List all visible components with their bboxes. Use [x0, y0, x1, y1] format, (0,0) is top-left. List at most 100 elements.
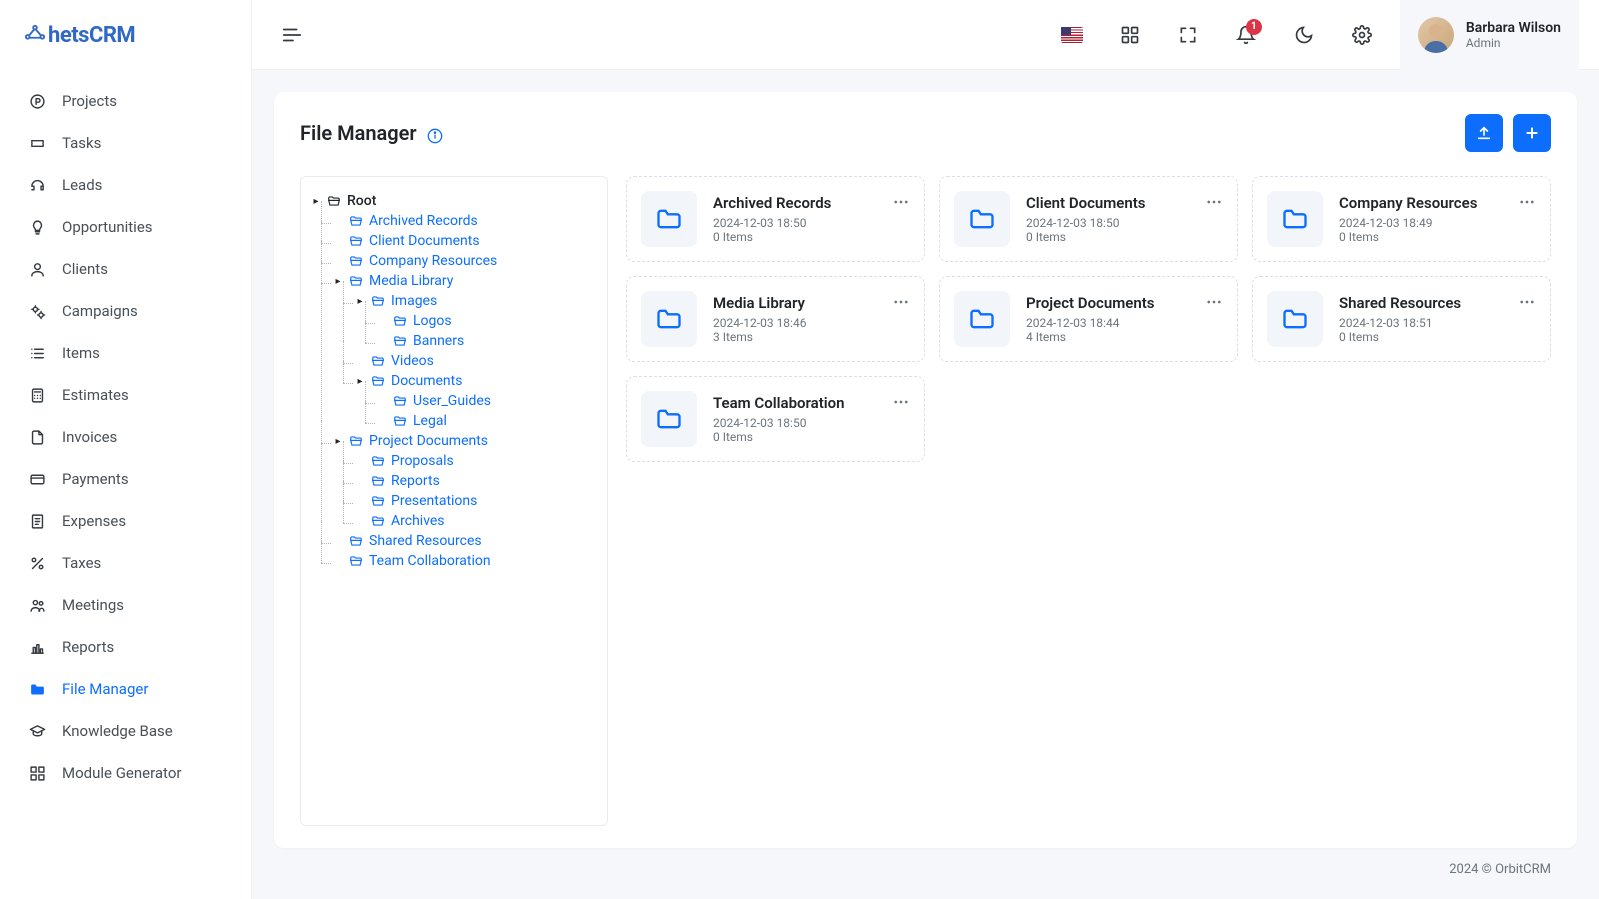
tree-item-label: User_Guides: [413, 393, 491, 409]
user-menu[interactable]: Barbara Wilson Admin: [1400, 0, 1579, 70]
tree-item[interactable]: Company Resources: [333, 251, 597, 271]
brand-mark-icon: [24, 24, 46, 46]
sidebar-item-payments[interactable]: Payments: [0, 458, 251, 500]
tree-item[interactable]: ▸Project Documents: [333, 431, 597, 451]
tree-item[interactable]: Shared Resources: [333, 531, 597, 551]
folder-icon: [641, 191, 697, 247]
folder-date: 2024-12-03 18:50: [713, 216, 910, 230]
folder-card[interactable]: Team Collaboration2024-12-03 18:500 Item…: [626, 376, 925, 462]
tree-item[interactable]: Legal: [377, 411, 597, 431]
tree-item[interactable]: Team Collaboration: [333, 551, 597, 571]
tree-item[interactable]: ▸Media Library: [333, 271, 597, 291]
settings-button[interactable]: [1342, 15, 1382, 55]
language-button[interactable]: [1052, 15, 1092, 55]
brand-logo[interactable]: hetsCRM: [0, 0, 251, 70]
apps-button[interactable]: [1110, 15, 1150, 55]
sidebar-item-invoices[interactable]: Invoices: [0, 416, 251, 458]
folder-card[interactable]: Company Resources2024-12-03 18:490 Items: [1252, 176, 1551, 262]
receipt-icon: [28, 512, 46, 530]
sidebar-item-leads[interactable]: Leads: [0, 164, 251, 206]
sidebar: hetsCRM ProjectsTasksLeadsOpportunitiesC…: [0, 0, 252, 899]
folder-more-button[interactable]: [1201, 289, 1227, 319]
gears-icon: [28, 302, 46, 320]
sidebar-item-module-generator[interactable]: Module Generator: [0, 752, 251, 794]
tree-item[interactable]: ▸Images: [355, 291, 597, 311]
sidebar-item-campaigns[interactable]: Campaigns: [0, 290, 251, 332]
tree-item[interactable]: ▸Documents: [355, 371, 597, 391]
folder-icon: [954, 191, 1010, 247]
add-folder-button[interactable]: [1513, 114, 1551, 152]
tree-item-label: Project Documents: [369, 433, 488, 449]
folder-open-icon: [349, 434, 363, 448]
tree-item[interactable]: Logos: [377, 311, 597, 331]
folder-item-count: 0 Items: [713, 230, 910, 244]
folder-date: 2024-12-03 18:51: [1339, 316, 1536, 330]
sidebar-item-projects[interactable]: Projects: [0, 80, 251, 122]
tree-item[interactable]: Archived Records: [333, 211, 597, 231]
tree-item[interactable]: Banners: [377, 331, 597, 351]
sidebar-item-reports[interactable]: Reports: [0, 626, 251, 668]
nav-list: ProjectsTasks Leads OpportunitiesClients Ca…: [0, 70, 251, 899]
folder-more-button[interactable]: [888, 289, 914, 319]
tree-root-item[interactable]: ▸Root: [311, 191, 597, 211]
folder-icon: [1267, 291, 1323, 347]
brand-name: hetsCRM: [48, 23, 135, 48]
sidebar-item-label: File Manager: [62, 680, 148, 698]
sidebar-item-knowledge-base[interactable]: Knowledge Base: [0, 710, 251, 752]
sidebar-item-expenses[interactable]: Expenses: [0, 500, 251, 542]
fullscreen-button[interactable]: [1168, 15, 1208, 55]
sidebar-item-label: Leads: [62, 176, 102, 194]
graduation-icon: [28, 722, 46, 740]
sidebar-item-items[interactable]: Items: [0, 332, 251, 374]
menu-toggle-button[interactable]: [272, 15, 312, 55]
sidebar-item-clients[interactable]: Clients: [0, 248, 251, 290]
sidebar-item-label: Items: [62, 344, 100, 362]
folder-date: 2024-12-03 18:50: [713, 416, 910, 430]
folder-more-button[interactable]: [1514, 289, 1540, 319]
avatar: [1418, 17, 1454, 53]
tree-item-label: Archives: [391, 513, 445, 529]
sidebar-item-label: Module Generator: [62, 764, 181, 782]
sidebar-item-tasks[interactable]: Tasks: [0, 122, 251, 164]
notifications-button[interactable]: 1: [1226, 15, 1266, 55]
info-icon[interactable]: [427, 125, 443, 141]
tree-item[interactable]: Presentations: [355, 491, 597, 511]
tree-item-label: Proposals: [391, 453, 454, 469]
folder-item-count: 4 Items: [1026, 330, 1223, 344]
folder-card[interactable]: Project Documents2024-12-03 18:444 Items: [939, 276, 1238, 362]
folder-item-count: 3 Items: [713, 330, 910, 344]
tree-item[interactable]: Reports: [355, 471, 597, 491]
tree-item[interactable]: Client Documents: [333, 231, 597, 251]
sidebar-item-file-manager[interactable]: File Manager: [0, 668, 251, 710]
folder-more-button[interactable]: [888, 389, 914, 419]
sidebar-item-opportunities[interactable]: Opportunities: [0, 206, 251, 248]
folder-more-button[interactable]: [888, 189, 914, 219]
sidebar-item-meetings[interactable]: Meetings: [0, 584, 251, 626]
folder-card[interactable]: Archived Records 2024-12-03 18:500 Items: [626, 176, 925, 262]
tree-item[interactable]: Proposals: [355, 451, 597, 471]
sidebar-item-taxes[interactable]: Taxes: [0, 542, 251, 584]
calculator-icon: [28, 386, 46, 404]
folder-icon: [28, 680, 46, 698]
tree-item-label: Images: [391, 293, 437, 309]
sidebar-item-estimates[interactable]: Estimates: [0, 374, 251, 416]
folder-more-button[interactable]: [1201, 189, 1227, 219]
sidebar-item-label: Campaigns: [62, 302, 138, 320]
tree-item-label: Archived Records: [369, 213, 478, 229]
upload-button[interactable]: [1465, 114, 1503, 152]
card-icon: [28, 470, 46, 488]
tree-item-label: Company Resources: [369, 253, 497, 269]
theme-toggle-button[interactable]: [1284, 15, 1324, 55]
folder-card[interactable]: Client Documents2024-12-03 18:500 Items: [939, 176, 1238, 262]
tree-item[interactable]: Videos: [355, 351, 597, 371]
tree-item[interactable]: Archives: [355, 511, 597, 531]
file-icon: [28, 428, 46, 446]
tree-item[interactable]: User_Guides: [377, 391, 597, 411]
folder-name: Archived Records: [713, 194, 910, 212]
tree-item-label: Shared Resources: [369, 533, 482, 549]
folder-card[interactable]: Media Library2024-12-03 18:463 Items: [626, 276, 925, 362]
folder-more-button[interactable]: [1514, 189, 1540, 219]
folder-name: Company Resources: [1339, 194, 1536, 212]
folder-open-icon: [371, 514, 385, 528]
folder-card[interactable]: Shared Resources2024-12-03 18:510 Items: [1252, 276, 1551, 362]
